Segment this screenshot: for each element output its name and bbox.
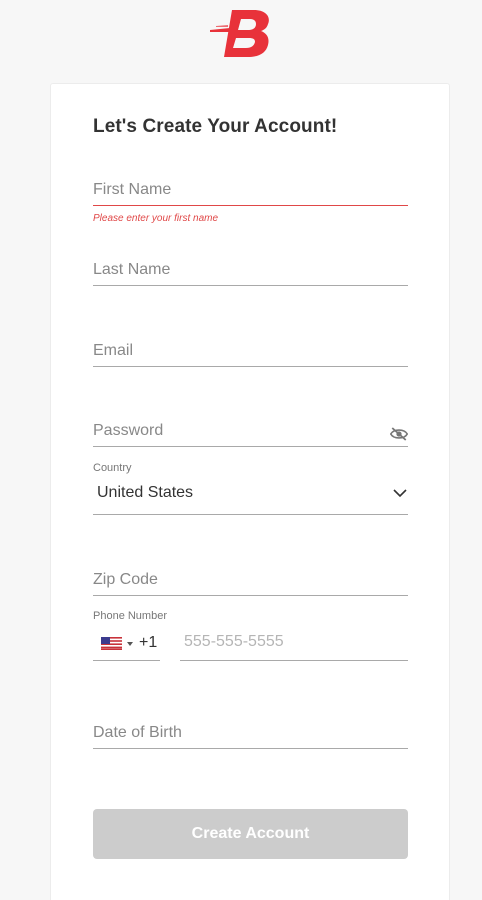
phone-number-field[interactable]: [180, 624, 408, 661]
page-title: Let's Create Your Account!: [93, 116, 338, 137]
phone-number-label: Phone Number: [93, 610, 167, 622]
country-code-selector[interactable]: +1: [93, 624, 160, 661]
email-input[interactable]: [93, 335, 408, 366]
us-flag-icon: [101, 637, 122, 650]
country-label: Country: [93, 462, 132, 474]
brand-logo-icon[interactable]: [208, 8, 278, 60]
phone-number-input[interactable]: [180, 624, 408, 660]
password-input[interactable]: [93, 415, 373, 446]
signup-card: Let's Create Your Account! Please enter …: [50, 83, 450, 900]
country-select[interactable]: United States: [93, 480, 408, 515]
date-of-birth-field[interactable]: [93, 717, 408, 749]
chevron-down-icon: [393, 489, 407, 498]
first-name-input[interactable]: [93, 174, 408, 205]
first-name-error: Please enter your first name: [93, 213, 219, 224]
caret-down-icon: [127, 642, 133, 646]
create-account-button[interactable]: Create Account: [93, 809, 408, 859]
first-name-field[interactable]: [93, 174, 408, 206]
last-name-input[interactable]: [93, 254, 408, 285]
last-name-field[interactable]: [93, 254, 408, 286]
country-value: United States: [97, 484, 194, 501]
dial-code: +1: [139, 634, 158, 651]
eye-off-icon[interactable]: [390, 427, 408, 441]
zip-code-field[interactable]: [93, 564, 408, 596]
password-field[interactable]: [93, 415, 408, 447]
zip-code-input[interactable]: [93, 564, 408, 595]
date-of-birth-input[interactable]: [93, 717, 408, 748]
email-field[interactable]: [93, 335, 408, 367]
